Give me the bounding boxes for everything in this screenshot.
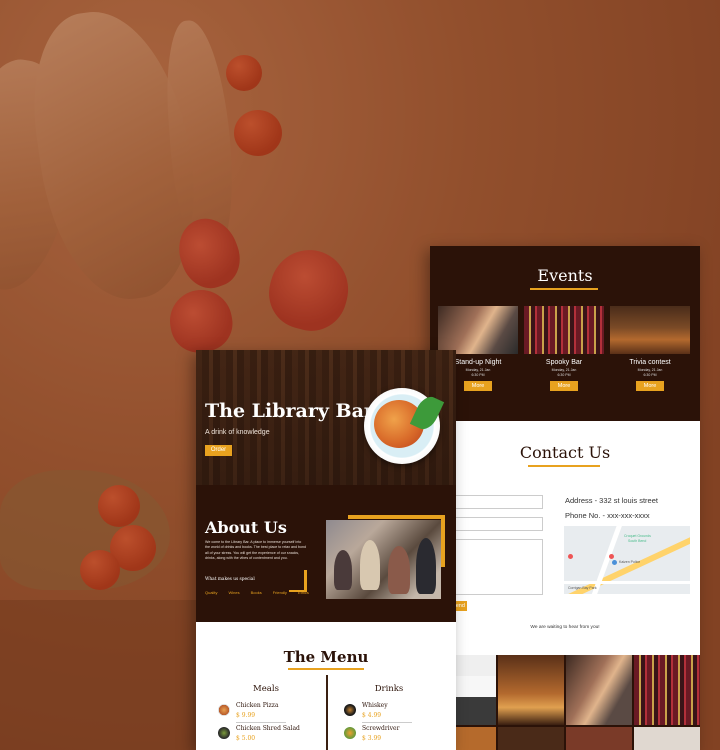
photo-gallery: [430, 655, 700, 750]
salad-icon: [218, 727, 230, 739]
menu-item-name: Chicken Pizza: [236, 702, 279, 709]
menu-item-name: Chicken Shred Salad: [236, 725, 300, 732]
event-name: Trivia contest: [629, 359, 671, 366]
contact-title: Contact Us: [519, 443, 611, 462]
hero-subtitle: A drink of knowledge: [205, 429, 270, 436]
about-link-books[interactable]: Books: [251, 590, 262, 595]
menu-column-divider: [326, 675, 328, 750]
map-label: South Bend: [628, 539, 647, 543]
gallery-photo: [498, 727, 564, 750]
hero-section: The Library Bar A drink of knowledge Ord…: [196, 350, 456, 485]
gallery-photo: [634, 727, 700, 750]
event-date: Monday, 21 Jan: [551, 368, 577, 372]
hero-title: The Library Bar: [205, 400, 374, 422]
message-field[interactable]: [450, 539, 543, 595]
event-more-button[interactable]: More: [636, 381, 664, 391]
drinks-heading: Drinks: [374, 684, 404, 694]
contact-section: Contact Us Send Address - 332 st louis s…: [430, 421, 700, 655]
map-pin-icon: [612, 560, 617, 565]
about-link-quality[interactable]: Quality: [205, 590, 217, 595]
cocktail-icon: [344, 727, 356, 739]
events-title-underline: [530, 288, 598, 290]
event-image: [438, 306, 518, 354]
map-label: Corrigan Bay Park: [568, 586, 597, 590]
pizza-icon: [218, 704, 230, 716]
map-pin-icon: [568, 554, 573, 559]
menu-item-meal[interactable]: Chicken Shred Salad $ 5.00: [218, 725, 300, 742]
about-title: About Us: [205, 518, 287, 537]
gallery-photo: [566, 727, 632, 750]
events-contact-page-mockup: Events Stand-up Night Monday, 21 Jan 6:3…: [430, 246, 700, 750]
event-card: Spooky Bar Monday, 21 Jan 6:30 PM More: [524, 306, 604, 391]
gallery-photo: [634, 655, 700, 725]
decorative-corner: [304, 570, 307, 592]
events-title: Events: [537, 266, 593, 285]
menu-item-meal[interactable]: Chicken Pizza $ 9.99: [218, 702, 286, 723]
menu-item-price: $ 3.99: [362, 735, 382, 742]
about-link-friendly[interactable]: Friendly: [273, 590, 287, 595]
meals-heading: Meals: [253, 684, 279, 694]
library-bar-page-mockup: The Library Bar A drink of knowledge Ord…: [196, 350, 456, 750]
about-text: We come to the Library Bar. A place to i…: [205, 540, 307, 561]
menu-section: The Menu Meals Drinks Chicken Pizza $ 9.…: [196, 622, 456, 750]
about-crowd-photo: [326, 520, 441, 599]
whiskey-icon: [344, 704, 356, 716]
menu-item-price: $ 5.00: [236, 735, 256, 742]
menu-item-drink[interactable]: Screwdriver $ 3.99: [344, 725, 399, 742]
event-more-button[interactable]: More: [464, 381, 492, 391]
order-button[interactable]: Order: [205, 445, 232, 456]
event-name: Spooky Bar: [545, 359, 583, 366]
gallery-photo: [498, 655, 564, 725]
menu-item-name: Whiskey: [362, 702, 388, 709]
name-field[interactable]: [450, 495, 543, 509]
menu-item-drink[interactable]: Whiskey $ 4.99: [344, 702, 412, 723]
gallery-photo: [566, 655, 632, 725]
menu-item-name: Screwdriver: [362, 725, 400, 732]
menu-title: The Menu: [283, 648, 369, 666]
events-section: Events Stand-up Night Monday, 21 Jan 6:3…: [430, 246, 700, 421]
event-image: [610, 306, 690, 354]
contact-title-underline: [528, 465, 600, 467]
event-date: Monday, 21 Jan: [637, 368, 663, 372]
about-special-label: What makes us special: [205, 577, 255, 582]
event-card: Trivia contest Monday, 21 Jan 6:30 PM Mo…: [610, 306, 690, 391]
map-pin-icon: [609, 554, 614, 559]
map-label: Croquet Grounds: [624, 534, 651, 538]
contact-phone: Phone No. - xxx-xxx-xxxx: [565, 511, 650, 520]
about-link-wines[interactable]: Wines: [228, 590, 239, 595]
email-field[interactable]: [450, 517, 543, 531]
map-label: Kaizen Police: [619, 560, 641, 564]
event-time: 6:30 PM: [643, 373, 657, 377]
contact-address: Address - 332 st louis street: [565, 496, 658, 505]
menu-item-price: $ 4.99: [362, 712, 382, 719]
about-section: About Us We come to the Library Bar. A p…: [196, 485, 456, 622]
menu-title-underline: [288, 668, 364, 670]
event-time: 6:30 PM: [557, 373, 571, 377]
pasta-plate-image: [364, 388, 445, 464]
contact-footer-text: We are waiting to hear from you!: [530, 625, 600, 630]
event-more-button[interactable]: More: [550, 381, 578, 391]
decorative-corner: [289, 590, 307, 592]
event-image: [524, 306, 604, 354]
menu-item-price: $ 9.99: [236, 712, 256, 719]
location-map[interactable]: Croquet Grounds South Bend Kaizen Police…: [564, 526, 690, 594]
